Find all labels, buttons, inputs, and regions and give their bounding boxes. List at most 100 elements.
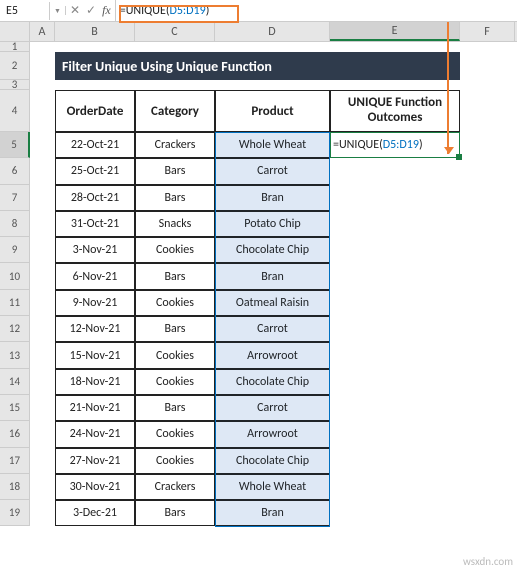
- grid-cell[interactable]: [330, 263, 460, 289]
- grid-cell[interactable]: [330, 158, 460, 184]
- cell-category[interactable]: Bars: [135, 500, 215, 526]
- col-header-b[interactable]: B: [55, 22, 135, 41]
- cell-product[interactable]: Chocolate Chip: [215, 448, 330, 474]
- grid-cell[interactable]: [30, 421, 55, 447]
- grid-cell[interactable]: [330, 421, 460, 447]
- cell-orderdate[interactable]: 28-Oct-21: [55, 185, 135, 211]
- row-header[interactable]: 16: [0, 421, 30, 447]
- cell-product[interactable]: Arrowroot: [215, 342, 330, 368]
- cell-category[interactable]: Cookies: [135, 448, 215, 474]
- grid-cell[interactable]: [30, 90, 55, 132]
- cell-orderdate[interactable]: 3-Nov-21: [55, 237, 135, 263]
- cell-orderdate[interactable]: 9-Nov-21: [55, 290, 135, 316]
- cell-product[interactable]: Bran: [215, 263, 330, 289]
- grid-cell[interactable]: [330, 369, 460, 395]
- grid-cell[interactable]: [330, 474, 460, 500]
- cell-orderdate[interactable]: 3-Dec-21: [55, 500, 135, 526]
- cell-product[interactable]: Arrowroot: [215, 421, 330, 447]
- row-header[interactable]: 9: [0, 237, 30, 263]
- grid-cell[interactable]: [330, 500, 460, 526]
- table-header-outcomes[interactable]: UNIQUE Function Outcomes: [330, 90, 460, 132]
- col-header-c[interactable]: C: [135, 22, 215, 41]
- cell-category[interactable]: Crackers: [135, 132, 215, 158]
- fill-handle-icon[interactable]: [456, 154, 462, 160]
- col-header-d[interactable]: D: [215, 22, 330, 41]
- name-box[interactable]: E5: [0, 2, 50, 20]
- table-header-product[interactable]: Product: [215, 90, 330, 132]
- grid-cell[interactable]: [30, 185, 55, 211]
- cell-product[interactable]: Chocolate Chip: [215, 237, 330, 263]
- cell-orderdate[interactable]: 31-Oct-21: [55, 211, 135, 237]
- row-header[interactable]: 7: [0, 185, 30, 211]
- cancel-icon[interactable]: ✕: [70, 3, 80, 18]
- grid-cell[interactable]: [330, 185, 460, 211]
- grid-cell[interactable]: [30, 80, 55, 90]
- grid-cell[interactable]: [330, 395, 460, 421]
- cell-category[interactable]: Snacks: [135, 211, 215, 237]
- grid-cell[interactable]: [30, 448, 55, 474]
- active-cell[interactable]: =UNIQUE(D5:D19): [330, 132, 460, 158]
- row-header[interactable]: 18: [0, 474, 30, 500]
- grid-cell[interactable]: [30, 211, 55, 237]
- row-header[interactable]: 10: [0, 263, 30, 289]
- row-header[interactable]: 11: [0, 290, 30, 316]
- grid-cell[interactable]: [30, 316, 55, 342]
- col-header-a[interactable]: A: [30, 22, 55, 41]
- table-header-orderdate[interactable]: OrderDate: [55, 90, 135, 132]
- grid-cell[interactable]: [330, 316, 460, 342]
- cell-category[interactable]: Cookies: [135, 290, 215, 316]
- row-header[interactable]: 6: [0, 158, 30, 184]
- cell-orderdate[interactable]: 6-Nov-21: [55, 263, 135, 289]
- cell-category[interactable]: Cookies: [135, 237, 215, 263]
- grid-cell[interactable]: [30, 500, 55, 526]
- cell-product[interactable]: Chocolate Chip: [215, 369, 330, 395]
- cell-product[interactable]: Bran: [215, 500, 330, 526]
- formula-input[interactable]: =UNIQUE(D5:D19): [120, 4, 210, 18]
- cell-orderdate[interactable]: 30-Nov-21: [55, 474, 135, 500]
- row-header[interactable]: 4: [0, 90, 30, 132]
- cell-product[interactable]: Potato Chip: [215, 211, 330, 237]
- grid-cell[interactable]: [30, 263, 55, 289]
- grid-cell[interactable]: [330, 342, 460, 368]
- table-header-category[interactable]: Category: [135, 90, 215, 132]
- grid-cell[interactable]: [330, 290, 460, 316]
- cell-orderdate[interactable]: 27-Nov-21: [55, 448, 135, 474]
- grid-cell[interactable]: [30, 132, 55, 158]
- cell-orderdate[interactable]: 15-Nov-21: [55, 342, 135, 368]
- cell-category[interactable]: Crackers: [135, 474, 215, 500]
- col-header-e[interactable]: E: [330, 22, 460, 41]
- grid-cell[interactable]: [330, 448, 460, 474]
- cell-orderdate[interactable]: 22-Oct-21: [55, 132, 135, 158]
- col-header-f[interactable]: F: [460, 22, 515, 41]
- grid-cell[interactable]: [330, 237, 460, 263]
- row-header[interactable]: 3: [0, 80, 30, 90]
- cell-category[interactable]: Bars: [135, 185, 215, 211]
- row-header[interactable]: 5: [0, 132, 30, 158]
- table-title[interactable]: Filter Unique Using Unique Function: [55, 52, 460, 80]
- enter-icon[interactable]: ✓: [86, 3, 96, 18]
- cell-orderdate[interactable]: 25-Oct-21: [55, 158, 135, 184]
- row-header[interactable]: 19: [0, 500, 30, 526]
- cell-category[interactable]: Bars: [135, 263, 215, 289]
- cell-category[interactable]: Bars: [135, 316, 215, 342]
- name-box-dropdown-icon[interactable]: ▼: [50, 6, 66, 15]
- cell-category[interactable]: Cookies: [135, 421, 215, 447]
- cell-product[interactable]: Bran: [215, 185, 330, 211]
- cell-category[interactable]: Cookies: [135, 369, 215, 395]
- cell-category[interactable]: Cookies: [135, 342, 215, 368]
- row-header[interactable]: 2: [0, 52, 30, 80]
- cell-category[interactable]: Bars: [135, 158, 215, 184]
- row-header[interactable]: 17: [0, 448, 30, 474]
- row-header[interactable]: 14: [0, 369, 30, 395]
- select-all-corner[interactable]: [0, 22, 30, 41]
- grid-cell[interactable]: [330, 211, 460, 237]
- cell-product[interactable]: Carrot: [215, 158, 330, 184]
- cell-orderdate[interactable]: 24-Nov-21: [55, 421, 135, 447]
- cell-orderdate[interactable]: 12-Nov-21: [55, 316, 135, 342]
- grid-cell[interactable]: [30, 237, 55, 263]
- grid-cell[interactable]: [30, 42, 55, 52]
- cell-product[interactable]: Oatmeal Raisin: [215, 290, 330, 316]
- row-header[interactable]: 13: [0, 342, 30, 368]
- cell-category[interactable]: Bars: [135, 395, 215, 421]
- row-header[interactable]: 8: [0, 211, 30, 237]
